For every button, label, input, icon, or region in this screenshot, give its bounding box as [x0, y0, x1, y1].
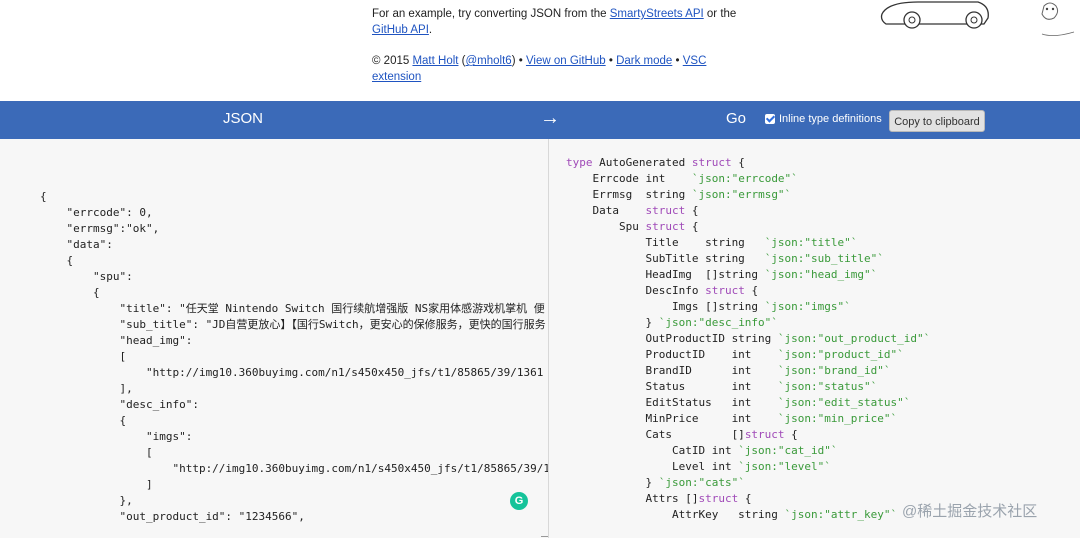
go-line: CatID int `json:"cat_id"`	[566, 444, 838, 457]
json-line: "sub_title": "JD自营更放心】【国行Switch，更安心的保修服务…	[40, 318, 546, 331]
json-line: {	[40, 254, 74, 267]
json-line: {	[40, 414, 127, 427]
go-line: Cats []struct {	[566, 428, 798, 441]
arrow-right-icon: →	[540, 107, 560, 129]
go-line: Title string `json:"title"`	[566, 236, 858, 249]
go-pane-title: Go	[726, 110, 747, 127]
json-line: },	[40, 494, 133, 507]
json-line: {	[40, 286, 100, 299]
go-line: } `json:"desc_info"`	[566, 316, 778, 329]
go-line: Errcode int `json:"errcode"`	[566, 172, 798, 185]
go-line: EditStatus int `json:"edit_status"`	[566, 396, 911, 409]
json-line: "desc_info":	[40, 398, 199, 411]
json-line: ],	[40, 382, 133, 395]
json-line: "title": "任天堂 Nintendo Switch 国行续航增强版 NS…	[40, 302, 545, 315]
smartystreets-link[interactable]: SmartyStreets API	[610, 8, 704, 20]
json-pane-title: JSON	[223, 110, 264, 127]
go-output-content: type AutoGenerated struct { Errcode int …	[566, 155, 930, 523]
inline-type-definitions-label: Inline type definitions	[779, 113, 882, 125]
view-on-github-link[interactable]: View on GitHub	[526, 55, 606, 67]
go-line: ProductID int `json:"product_id"`	[566, 348, 904, 361]
go-line: } `json:"cats"`	[566, 476, 745, 489]
intro-text: For an example, try converting JSON from…	[372, 6, 752, 100]
inline-type-definitions-option[interactable]: Inline type definitions	[765, 113, 882, 125]
go-line: type AutoGenerated struct {	[566, 156, 745, 169]
go-line: Attrs []struct {	[566, 492, 752, 505]
json-line: "http://img10.360buyimg.com/n1/s450x450_…	[40, 366, 544, 379]
go-line: AttrKey string `json:"attr_key"`	[566, 508, 898, 521]
gopher-car-sketch	[880, 1, 1075, 36]
juejin-watermark: @稀土掘金技术社区	[902, 503, 1038, 520]
json-line: "http://img10.360buyimg.com/n1/s450x450_…	[40, 462, 549, 475]
go-line: Errmsg string `json:"errmsg"`	[566, 188, 792, 201]
json-line: ]	[40, 478, 153, 491]
json-line: "spu":	[40, 270, 133, 283]
json-input-textarea[interactable]: { "errcode": 0, "errmsg":"ok", "data": {…	[0, 139, 549, 538]
go-output-pane[interactable]: type AutoGenerated struct { Errcode int …	[549, 139, 1080, 538]
example-paragraph: For an example, try converting JSON from…	[372, 8, 737, 36]
go-line: Data struct {	[566, 204, 699, 217]
twitter-handle-link[interactable]: @mholt6	[466, 55, 512, 67]
json-line: "errcode": 0,	[40, 206, 153, 219]
grammarly-icon[interactable]: G	[510, 492, 528, 510]
go-line: OutProductID string `json:"out_product_i…	[566, 332, 931, 345]
json-line: [	[40, 446, 153, 459]
copy-to-clipboard-button[interactable]: Copy to clipboard	[889, 110, 985, 132]
credits-paragraph: © 2015 Matt Holt (@mholt6) • View on Git…	[372, 55, 707, 83]
go-line: MinPrice int `json:"min_price"`	[566, 412, 898, 425]
go-line: Imgs []string `json:"imgs"`	[566, 300, 851, 313]
json-line: "out_product_id": "1234566",	[40, 510, 305, 523]
json-line: "errmsg":"ok",	[40, 222, 160, 235]
json-line: "head_img":	[40, 334, 193, 347]
go-line: SubTitle string `json:"sub_title"`	[566, 252, 884, 265]
json-line: "data":	[40, 238, 113, 251]
author-link[interactable]: Matt Holt	[412, 55, 458, 67]
go-line: HeadImg []string `json:"head_img"`	[566, 268, 878, 281]
resize-handle[interactable]	[541, 529, 548, 537]
github-api-link[interactable]: GitHub API	[372, 24, 429, 36]
json-input-content: { "errcode": 0, "errmsg":"ok", "data": {…	[40, 189, 549, 525]
json-line: [	[40, 350, 127, 363]
json-line: {	[40, 190, 47, 203]
dark-mode-link[interactable]: Dark mode	[616, 55, 672, 67]
go-line: BrandID int `json:"brand_id"`	[566, 364, 891, 377]
go-line: DescInfo struct {	[566, 284, 759, 297]
go-line: Level int `json:"level"`	[566, 460, 831, 473]
go-line: Status int `json:"status"`	[566, 380, 878, 393]
json-line: "imgs":	[40, 430, 193, 443]
inline-type-definitions-checkbox[interactable]	[765, 114, 775, 124]
top-info: For an example, try converting JSON from…	[0, 0, 1080, 101]
go-line: Spu struct {	[566, 220, 699, 233]
